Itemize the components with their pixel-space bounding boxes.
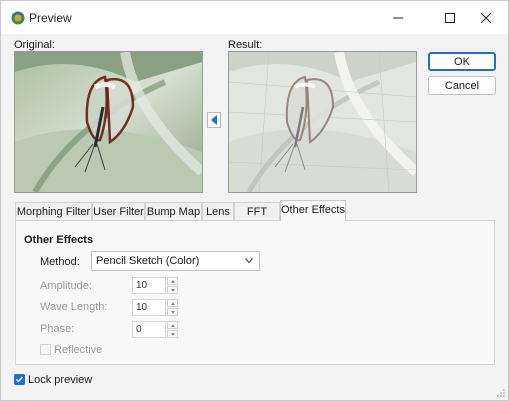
wavelength-input[interactable]: 10: [132, 299, 166, 316]
wavelength-label: Wave Length:: [40, 301, 108, 313]
amplitude-input[interactable]: 10: [132, 277, 166, 294]
method-select[interactable]: Pencil Sketch (Color): [91, 251, 260, 271]
result-label: Result:: [228, 39, 263, 51]
title-bar: Preview: [1, 1, 508, 34]
original-label: Original:: [14, 39, 55, 51]
other-effects-panel: Other Effects Method: Pencil Sketch (Col…: [15, 220, 495, 365]
preview-dialog: Preview Original: Result: OK Cancel Morp…: [0, 0, 509, 401]
window-title: Preview: [29, 11, 72, 25]
amplitude-increment[interactable]: [167, 277, 178, 285]
phase-increment[interactable]: [167, 321, 178, 329]
chevron-down-icon: [245, 258, 253, 264]
cancel-button[interactable]: Cancel: [428, 76, 496, 95]
ok-button[interactable]: OK: [428, 52, 496, 71]
lock-preview-checkbox[interactable]: [14, 374, 25, 385]
phase-spinner[interactable]: 0: [132, 321, 179, 338]
checkmark-icon: [16, 376, 24, 383]
preview-app-icon: [11, 11, 25, 25]
tab-lens[interactable]: Lens: [202, 202, 234, 220]
amplitude-spinner[interactable]: 10: [132, 277, 179, 294]
reflective-label: Reflective: [54, 344, 103, 356]
method-select-value: Pencil Sketch (Color): [96, 255, 200, 267]
arrow-left-icon: [211, 115, 217, 125]
reflective-checkbox[interactable]: [40, 344, 51, 355]
minimize-icon: [393, 17, 403, 18]
tab-fft[interactable]: FFT: [234, 202, 280, 220]
method-label: Method:: [40, 256, 80, 268]
phase-label: Phase:: [40, 323, 75, 335]
tab-morphing-filter[interactable]: Morphing Filter: [15, 202, 92, 220]
phase-decrement[interactable]: [167, 330, 178, 338]
close-button[interactable]: [464, 1, 508, 34]
minimize-button[interactable]: [376, 1, 420, 34]
apply-left-button[interactable]: [207, 112, 221, 128]
original-image: [14, 51, 203, 193]
maximize-icon: [445, 12, 455, 23]
lock-preview-label: Lock preview: [28, 374, 93, 386]
close-icon: [481, 12, 491, 23]
result-image: [228, 51, 417, 193]
tab-bump-map[interactable]: Bump Map: [145, 202, 202, 220]
tab-user-filter[interactable]: User Filter: [92, 202, 145, 220]
phase-input[interactable]: 0: [132, 321, 166, 338]
amplitude-label: Amplitude:: [40, 280, 92, 292]
resize-grip-icon[interactable]: [497, 389, 505, 397]
wavelength-increment[interactable]: [167, 299, 178, 307]
wavelength-spinner[interactable]: 10: [132, 299, 179, 316]
amplitude-decrement[interactable]: [167, 286, 178, 294]
wavelength-decrement[interactable]: [167, 308, 178, 316]
group-title: Other Effects: [24, 234, 94, 246]
tab-other-effects[interactable]: Other Effects: [280, 200, 346, 221]
